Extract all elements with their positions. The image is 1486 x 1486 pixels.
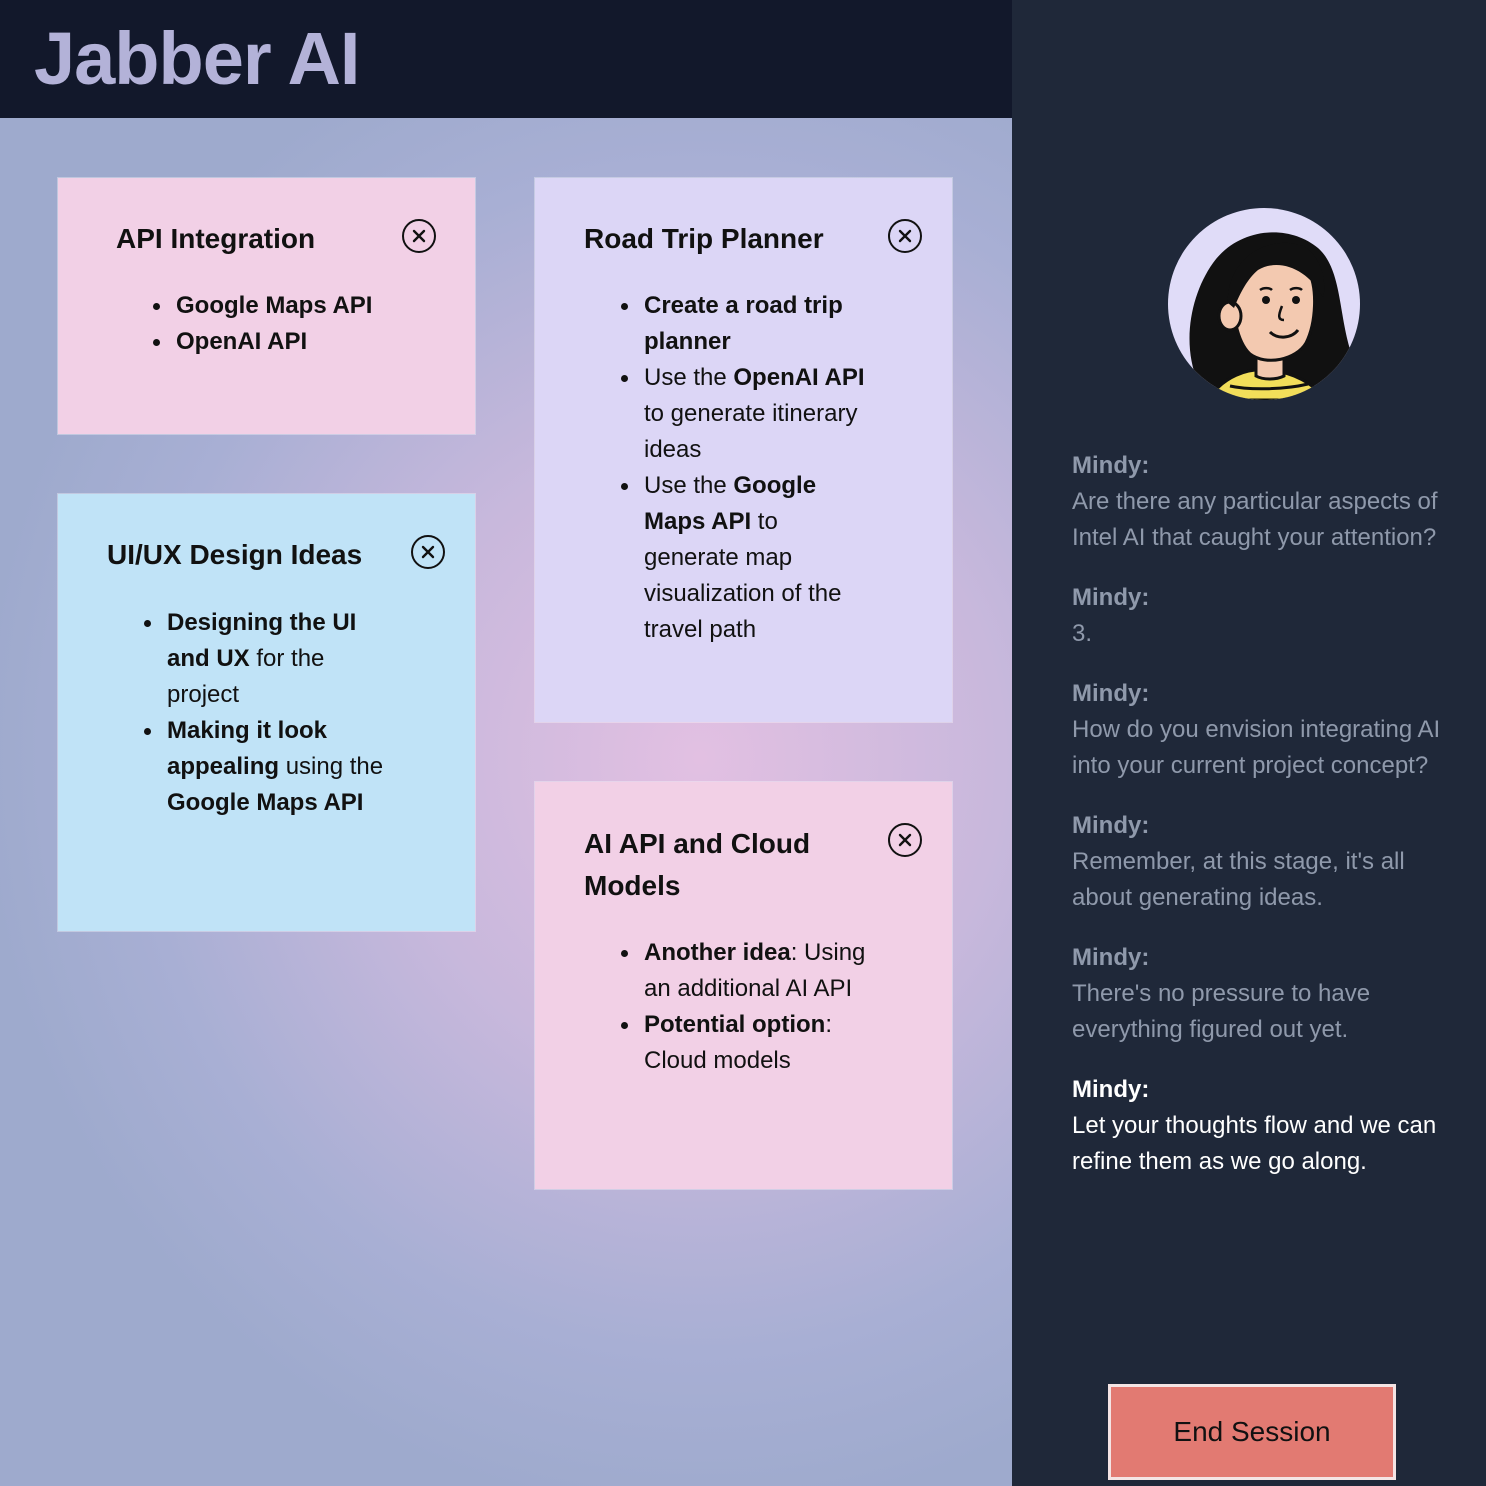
- note-card[interactable]: UI/UX Design Ideas Designing the UI and …: [58, 494, 475, 931]
- note-bullet: OpenAI API: [153, 324, 456, 360]
- note-bullet: Use the Google Maps API to generate map …: [621, 468, 868, 648]
- note-title: API Integration: [116, 223, 316, 254]
- note-bullet: Another idea: Using an additional AI API: [621, 935, 874, 1007]
- message-speaker: Mindy:: [1072, 584, 1150, 611]
- app-title: Jabber AI: [34, 17, 360, 100]
- note-card[interactable]: API Integration Google Maps API OpenAI AP…: [58, 178, 475, 434]
- bullet-text: using the: [279, 753, 384, 780]
- close-icon[interactable]: [888, 823, 922, 857]
- message-text: There's no pressure to have everything f…: [1072, 980, 1371, 1043]
- close-icon[interactable]: [402, 219, 436, 253]
- chat-message: Mindy: Remember, at this stage, it's all…: [1072, 808, 1452, 916]
- bullet-text: to generate itinerary ideas: [644, 400, 858, 463]
- note-bullet: Google Maps API: [153, 288, 456, 324]
- chat-transcript: Mindy: Are there any particular aspects …: [1072, 448, 1452, 1204]
- message-text: Let your thoughts flow and we can refine…: [1072, 1112, 1437, 1175]
- message-text: 3.: [1072, 620, 1093, 647]
- close-icon[interactable]: [411, 535, 445, 569]
- note-bullet: Create a road trip planner: [621, 288, 868, 360]
- bullet-bold-text: Another idea: [644, 939, 791, 966]
- bullet-bold-text: Potential option: [644, 1011, 826, 1038]
- note-list: Google Maps API OpenAI API: [153, 288, 456, 360]
- note-title: UI/UX Design Ideas: [107, 539, 363, 570]
- top-bar: Jabber AI: [0, 0, 1012, 118]
- note-list: Create a road trip planner Use the OpenAI…: [621, 288, 868, 648]
- message-text: Remember, at this stage, it's all about …: [1072, 848, 1405, 911]
- message-speaker: Mindy:: [1072, 812, 1150, 839]
- message-speaker: Mindy:: [1072, 944, 1150, 971]
- note-title: AI API and Cloud Models: [584, 828, 811, 901]
- chat-message-current: Mindy: Let your thoughts flow and we can…: [1072, 1072, 1452, 1180]
- assistant-sidebar: Mindy: Are there any particular aspects …: [1012, 0, 1486, 1486]
- message-text: How do you envision integrating AI into …: [1072, 716, 1441, 779]
- note-bullet: Making it look appealing using the Googl…: [144, 713, 389, 821]
- message-text: Are there any particular aspects of Inte…: [1072, 488, 1438, 551]
- main-area: Jabber AI API Integration Google Maps AP…: [0, 0, 1012, 1486]
- chat-message: Mindy: There's no pressure to have every…: [1072, 940, 1452, 1048]
- message-speaker: Mindy:: [1072, 680, 1150, 707]
- note-bullet: Use the OpenAI API to generate itinerary…: [621, 360, 868, 468]
- note-list: Designing the UI and UX for the project M…: [144, 605, 389, 821]
- end-session-button[interactable]: End Session: [1108, 1384, 1396, 1480]
- note-bullet: Potential option: Cloud models: [621, 1007, 874, 1079]
- close-icon[interactable]: [888, 219, 922, 253]
- note-list: Another idea: Using an additional AI API…: [621, 935, 874, 1079]
- note-card[interactable]: AI API and Cloud Models Another idea: Us…: [535, 782, 952, 1189]
- chat-message: Mindy: How do you envision integrating A…: [1072, 676, 1452, 784]
- message-speaker: Mindy:: [1072, 452, 1150, 479]
- bullet-bold-text: Google Maps API: [176, 292, 373, 319]
- chat-message: Mindy: Are there any particular aspects …: [1072, 448, 1452, 556]
- bullet-bold-text: OpenAI API: [733, 364, 865, 391]
- note-title: Road Trip Planner: [584, 223, 824, 254]
- bullet-bold-text: Google Maps API: [167, 789, 364, 816]
- bullet-bold-text: Create a road trip planner: [644, 292, 843, 355]
- bullet-bold-text: OpenAI API: [176, 328, 308, 355]
- assistant-avatar: [1168, 208, 1360, 400]
- bullet-text: Use the: [644, 364, 734, 391]
- message-speaker: Mindy:: [1072, 1076, 1150, 1103]
- bullet-text: Use the: [644, 472, 734, 499]
- chat-message: Mindy: 3.: [1072, 580, 1452, 652]
- note-card[interactable]: Road Trip Planner Create a road trip pla…: [535, 178, 952, 722]
- note-bullet: Designing the UI and UX for the project: [144, 605, 389, 713]
